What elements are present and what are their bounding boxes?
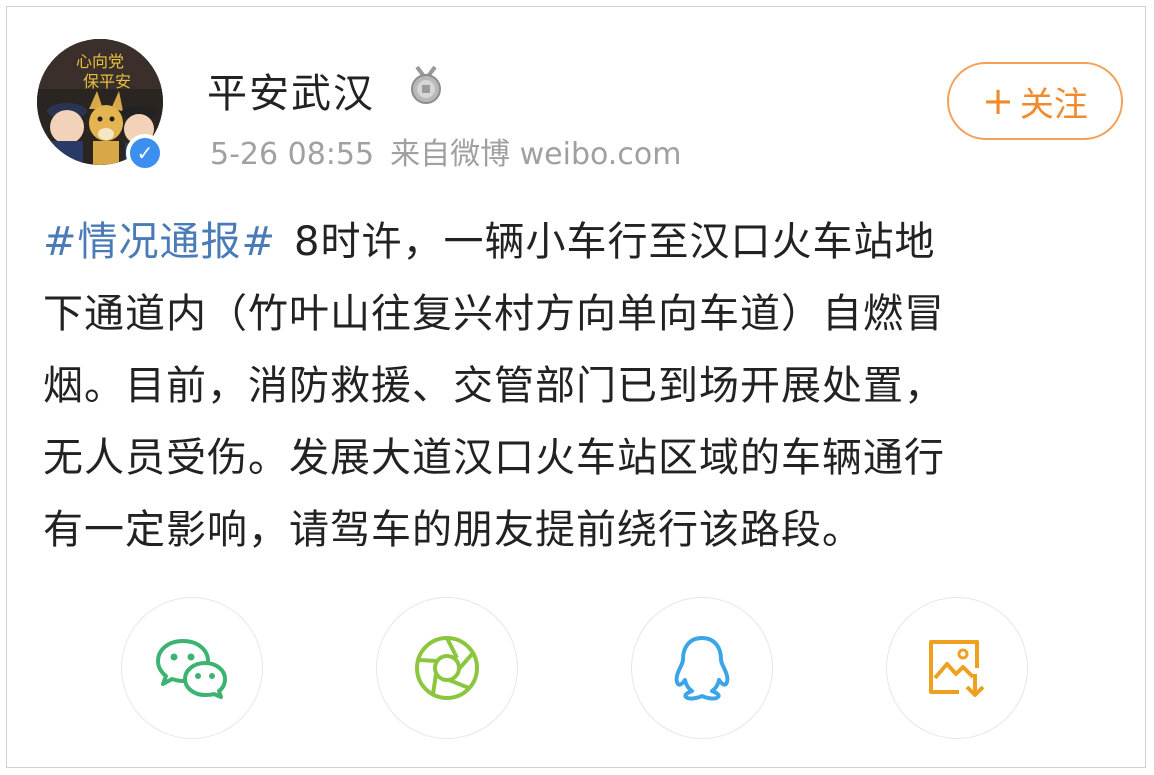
moments-icon (415, 636, 479, 700)
content-line: 有一定影响，请驾车的朋友提前绕行该路段。 (43, 507, 863, 553)
save-image-icon (929, 640, 985, 697)
content-text: 8时许，一辆小车行至汉口火车站地 (294, 219, 936, 265)
post-content: #情况通报# 8时许，一辆小车行至汉口火车站地 下通道内（竹叶山往复兴村方向单向车… (43, 206, 1133, 566)
hashtag-link[interactable]: #情况通报# (43, 219, 276, 265)
follow-button[interactable]: + 关注 (947, 62, 1123, 140)
content-line: 无人员受伤。发展大道汉口火车站区域的车辆通行 (43, 435, 945, 481)
content-line: #情况通报# 8时许，一辆小车行至汉口火车站地 (43, 206, 1133, 278)
avatar-text-top: 心向党 (76, 52, 124, 71)
follow-label: 关注 (1019, 84, 1088, 125)
medal-icon (411, 65, 441, 104)
post-meta: 5-26 08:55 来自微博 weibo.com (210, 129, 681, 173)
save-image-button[interactable] (886, 597, 1028, 739)
share-qq-button[interactable] (631, 597, 773, 739)
qq-icon (674, 636, 730, 701)
content-line: 烟。目前，消防救援、交管部门已到场开展处置， (43, 363, 945, 409)
wechat-icon (156, 639, 227, 699)
weibo-post-card: 心向党 保平安 ✓ 平安武汉 5-26 08:55 来自微博 weibo.com… (6, 6, 1146, 768)
post-source: 来自微博 weibo.com (390, 137, 682, 172)
plus-icon: + (982, 79, 1014, 123)
post-timestamp: 5-26 08:55 (210, 137, 375, 172)
avatar-text-bottom: 保平安 (83, 72, 131, 91)
share-wechat-button[interactable] (121, 597, 263, 739)
verified-badge: ✓ (126, 134, 164, 172)
share-moments-button[interactable] (376, 597, 518, 739)
content-line: 下通道内（竹叶山往复兴村方向单向车道）自燃冒 (43, 291, 945, 337)
author-name[interactable]: 平安武汉 (207, 61, 375, 119)
verified-check-icon: ✓ (136, 141, 154, 165)
